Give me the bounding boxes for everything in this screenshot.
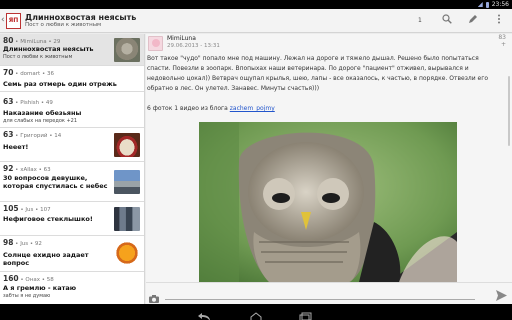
post-score: 83 + (498, 34, 506, 48)
item-score: 92 (3, 164, 14, 173)
sky-thumbnail (114, 170, 140, 194)
home-icon[interactable] (248, 307, 264, 320)
item-author: domart (20, 71, 41, 77)
item-title: Нееет! (3, 143, 29, 151)
item-title: Наказание обезьяны (3, 109, 82, 117)
navigation-bar (0, 304, 512, 320)
item-author: Jus (25, 207, 34, 213)
item-author: Pishish (20, 100, 40, 106)
post-photo[interactable] (199, 122, 457, 282)
item-title: Длиннохвостая неясыть (3, 45, 94, 53)
owl-thumbnail (114, 38, 140, 62)
list-item[interactable]: 160 • Онах • 58 А я гремлю - катаю забты… (0, 272, 144, 304)
media-info-text: 6 фоток 1 видео из блога (147, 105, 230, 112)
item-score: 80 (3, 36, 14, 45)
item-comments: 58 (46, 277, 54, 283)
list-item[interactable]: 98 • Jus • 92 Солнце ехидно задает вопро… (0, 236, 144, 272)
item-title: Семь раз отмерь один отрежь (3, 80, 117, 88)
item-score: 160 (3, 274, 19, 283)
status-time: 23:56 (491, 1, 509, 8)
action-bar: ‹ ЯП Длиннохвостая неясыть Пост о любви … (0, 9, 512, 33)
item-author: Jus (20, 241, 29, 247)
page-title: Длиннохвостая неясыть (25, 13, 137, 22)
send-icon[interactable] (495, 287, 508, 301)
battery-icon (485, 1, 489, 8)
list-item[interactable]: 70 • domart • 36 Семь раз отмерь один от… (0, 66, 144, 92)
item-score: 98 (3, 238, 14, 247)
item-title: 30 вопросов девушке, которая спустилась … (3, 174, 108, 190)
item-score: 63 (3, 130, 14, 139)
item-subtitle: забты я не думаю (3, 293, 51, 299)
item-subtitle: для слабых на передок +21 (3, 118, 78, 124)
item-comments: 49 (45, 100, 53, 106)
notification-count[interactable]: 1 (418, 17, 422, 25)
search-icon[interactable] (440, 14, 454, 28)
item-comments: 36 (46, 71, 54, 77)
list-item[interactable]: 80 • MimiLuna • 29 Длиннохвостая неясыть… (0, 34, 144, 66)
back-icon[interactable] (196, 307, 212, 320)
item-title: Нефиговое стеклышко! (3, 215, 93, 223)
item-subtitle: Пост о любви к животным (3, 54, 73, 60)
page-subtitle: Пост о любви к животным (25, 22, 102, 28)
reply-input[interactable] (165, 288, 475, 300)
logo-text: ЯП (8, 17, 19, 24)
list-item[interactable]: 63 • Pishish • 49 Наказание обезьяны для… (0, 92, 144, 128)
post-detail: MimiLuna 29.06.2013 - 13:31 83 + Вот так… (146, 34, 512, 282)
list-item[interactable]: 63 • Григорий • 14 Нееет! (0, 128, 144, 162)
post-author[interactable]: MimiLuna (167, 35, 196, 43)
city-thumbnail (114, 207, 140, 231)
item-score: 105 (3, 204, 19, 213)
item-author: xAllax (20, 167, 37, 173)
post-score-value: 83 (498, 34, 506, 41)
item-author: Онах (25, 277, 40, 283)
item-comments: 63 (43, 167, 51, 173)
item-comments: 14 (54, 133, 62, 139)
blog-link[interactable]: zachem_pojmy (230, 105, 275, 112)
list-item[interactable]: 105 • Jus • 107 Нефиговое стеклышко! (0, 202, 144, 236)
cake-thumbnail (114, 133, 140, 157)
item-title: Солнце ехидно задает вопрос (3, 251, 89, 267)
item-score: 63 (3, 97, 14, 106)
scrollbar[interactable] (508, 76, 510, 146)
status-bar: 23:56 (0, 0, 512, 9)
app-logo[interactable]: ЯП (6, 13, 21, 29)
sun-thumbnail (114, 241, 140, 265)
post-date: 29.06.2013 - 13:31 (167, 43, 220, 49)
signal-icon (477, 2, 483, 7)
edit-icon[interactable] (466, 14, 480, 28)
camera-icon[interactable] (149, 288, 159, 303)
item-comments: 92 (34, 241, 42, 247)
post-body: Вот такое "чудо" попало мне под машину. … (147, 55, 489, 92)
list-item[interactable]: 92 • xAllax • 63 30 вопросов девушке, ко… (0, 162, 144, 202)
item-author: Григорий (20, 133, 48, 139)
item-comments: 107 (40, 207, 51, 213)
item-title: А я гремлю - катаю (3, 284, 77, 292)
overflow-menu-icon[interactable] (492, 14, 506, 28)
post-media-info: 6 фоток 1 видео из блога zachem_pojmy (147, 105, 275, 113)
back-chevron-icon[interactable]: ‹ (1, 16, 5, 25)
recent-apps-icon[interactable] (298, 307, 314, 320)
vote-plus-button[interactable]: + (498, 41, 506, 48)
post-list: 80 • MimiLuna • 29 Длиннохвостая неясыть… (0, 34, 145, 304)
avatar[interactable] (148, 36, 163, 51)
item-score: 70 (3, 68, 14, 77)
reply-bar (146, 282, 512, 304)
